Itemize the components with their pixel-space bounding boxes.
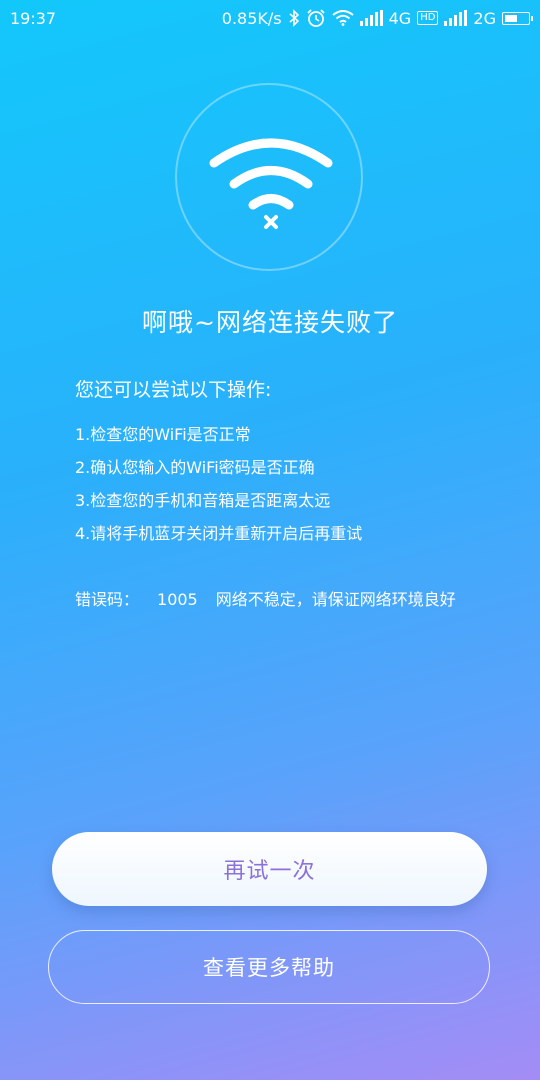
battery-icon	[502, 11, 533, 25]
signal1-type: 4G	[388, 8, 412, 28]
battery-fill	[505, 14, 517, 22]
signal-icon	[444, 10, 468, 26]
status-time: 19:37	[10, 8, 57, 28]
net-speed: 0.85K/s	[221, 8, 282, 28]
page-title: 啊哦~网络连接失败了	[142, 308, 398, 337]
suggestion-heading: 您还可以尝试以下操作:	[75, 379, 272, 401]
suggestion-list: 1.检查您的WiFi是否正常 2.确认您输入的WiFi密码是否正确 3.检查您的…	[75, 418, 475, 550]
signal2-type: 2G	[473, 8, 496, 28]
error-message: 错误码： 1005 网络不稳定，请保证网络环境良好	[75, 583, 465, 616]
status-icons: 0.85K/s 4G HD 2G	[221, 8, 533, 28]
list-item: 4.请将手机蓝牙关闭并重新开启后再重试	[75, 524, 363, 543]
list-item: 3.检查您的手机和音箱是否距离太远	[75, 491, 331, 510]
signal-icon	[359, 10, 383, 26]
status-bar: 19:37 0.85K/s 4G HD 2G	[0, 0, 540, 36]
hd-badge: HD	[417, 11, 439, 25]
error-text: 网络不稳定，请保证网络环境良好	[215, 590, 456, 609]
list-item: 2.确认您输入的WiFi密码是否正确	[75, 458, 315, 477]
wifi-icon	[331, 10, 354, 26]
wifi-disconnected-icon	[209, 138, 333, 229]
bluetooth-icon	[288, 9, 300, 27]
list-item: 1.检查您的WiFi是否正常	[75, 425, 251, 444]
retry-button[interactable]: 再试一次	[52, 832, 487, 906]
more-help-button[interactable]: 查看更多帮助	[48, 930, 490, 1004]
alarm-icon	[306, 8, 326, 28]
wifi-status-graphic	[175, 83, 363, 271]
error-code: 1005	[157, 590, 198, 609]
error-label: 错误码：	[75, 590, 140, 609]
